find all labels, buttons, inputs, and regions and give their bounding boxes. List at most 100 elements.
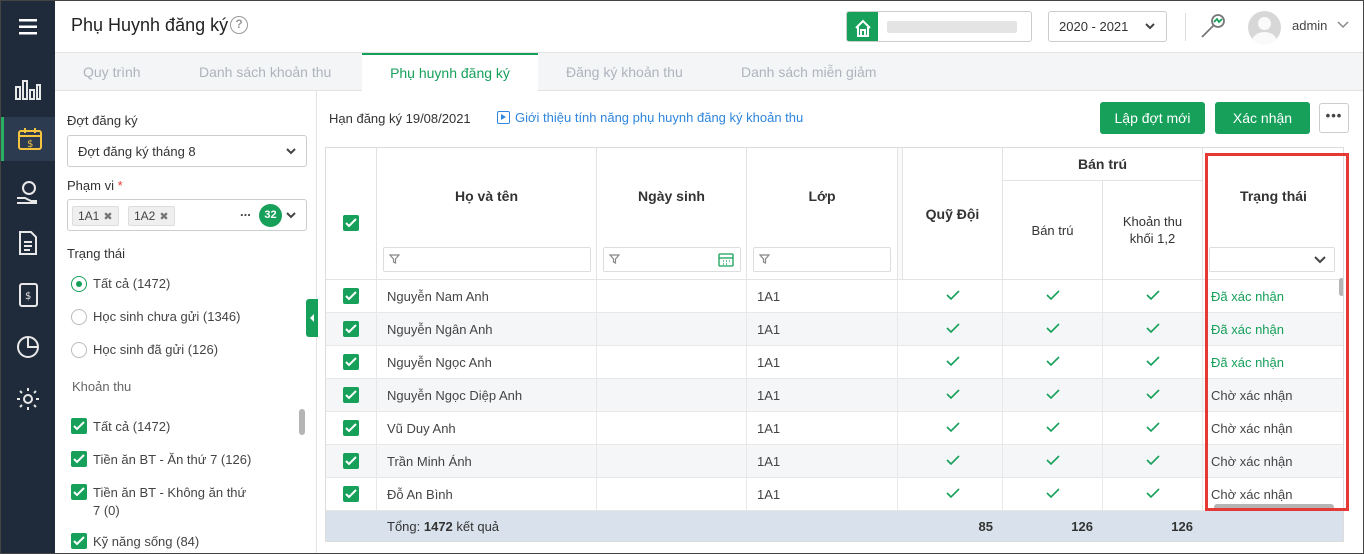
scope-tag[interactable]: 1A2 ✖ [128,206,175,226]
vertical-scrollbar[interactable] [1339,278,1343,296]
khoan-thu-check [1103,346,1203,379]
header-status: Trạng thái [1203,148,1343,280]
school-name-redacted [887,21,1017,33]
main-content: Hạn đăng ký 19/08/2021 Giới thiệu tính n… [317,91,1363,553]
status-label: Trạng thái [67,246,126,261]
row-select-cell [326,313,377,346]
intro-link[interactable]: Giới thiệu tính năng phụ huynh đăng ký k… [497,110,803,125]
row-select-cell [326,445,377,478]
status-badge: Chờ xác nhận [1203,445,1343,478]
quy-doi-check [903,280,1003,313]
student-class: 1A1 [747,445,898,478]
school-selector[interactable] [846,11,1032,42]
row-select-cell [326,412,377,445]
student-name: Trần Minh Ánh [377,445,597,478]
ban-tru-check [1003,445,1103,478]
student-name: Vũ Duy Anh [377,412,597,445]
row-checkbox[interactable] [343,321,359,337]
period-select[interactable]: Đợt đăng ký tháng 8 [67,135,307,167]
total-results: Tổng: 1472 kết quả [387,519,500,534]
tab-danh-sach-khoan-thu[interactable]: Danh sách khoản thu [199,53,331,91]
period-value: Đợt đăng ký tháng 8 [78,144,196,159]
row-checkbox[interactable] [343,354,359,370]
row-checkbox[interactable] [343,453,359,469]
scope-tag[interactable]: 1A1 ✖ [72,206,119,226]
header-khoan-thu: Khoản thu khối 1,2 [1103,181,1203,280]
divider [1185,13,1186,41]
question-icon[interactable]: ? [230,16,248,34]
tab-phu-huynh-dang-ky[interactable]: Phụ huynh đăng ký [362,53,538,92]
khoan-thu-check [1103,478,1203,511]
status-radio-all[interactable]: Tất cả (1472) [71,276,170,294]
row-checkbox[interactable] [343,486,359,502]
menu-icon[interactable] [1,1,55,53]
row-select-cell [326,478,377,511]
filter-icon [759,254,770,264]
filter-icon [609,254,620,264]
dob-filter-input[interactable] [603,247,741,272]
bar-chart-icon[interactable] [1,67,55,111]
pie-chart-icon[interactable] [1,325,55,369]
user-name[interactable]: admin [1292,18,1327,33]
tab-danh-sach-mien-giam[interactable]: Danh sách miễn giảm [741,53,876,91]
status-filter-select[interactable] [1209,247,1335,272]
money-hand-icon[interactable] [1,171,55,215]
scope-select[interactable]: 1A1 ✖ 1A2 ✖ ... 32 [67,199,307,231]
status-radio-not-sent[interactable]: Học sinh chưa gửi (1346) [71,309,240,327]
table-footer: Tổng: 1472 kết quả 85 126 126 [326,511,1343,541]
avatar[interactable] [1248,11,1281,44]
fee-checkbox[interactable]: Tiền ăn BT - Không ăn thứ 7 (0) [71,484,246,520]
chevron-down-icon [1314,256,1326,264]
row-checkbox[interactable] [343,420,359,436]
confirm-button[interactable]: Xác nhận [1215,102,1310,134]
chevron-down-icon[interactable] [1337,20,1349,30]
student-name: Nguyễn Ngọc Diệp Anh [377,379,597,412]
app-window: $ $ Phụ Huynh đăng ký ? 2020 - 2021 admi… [0,0,1364,554]
ledger-icon[interactable]: $ [1,273,55,317]
tab-dang-ky-khoan-thu[interactable]: Đăng ký khoản thu [566,53,683,91]
khoan-thu-check [1103,379,1203,412]
fee-calendar-icon[interactable]: $ [1,117,55,161]
row-select-cell [326,346,377,379]
ban-tru-check [1003,412,1103,445]
khoan-thu-check [1103,280,1203,313]
name-filter-input[interactable] [383,247,591,272]
deadline-text: Hạn đăng ký 19/08/2021 [329,111,471,126]
select-all-checkbox[interactable] [343,215,359,231]
total-quy-doi: 85 [978,519,993,534]
close-icon: ✖ [159,211,169,223]
magic-wand-icon[interactable] [1199,12,1227,43]
home-icon [847,12,878,41]
tab-quy-trinh[interactable]: Quy trình [83,53,141,91]
new-period-button[interactable]: Lập đợt mới [1100,102,1205,134]
sidebar-scrollbar[interactable] [299,409,305,435]
horizontal-scrollbar[interactable] [1214,504,1334,510]
fee-checkbox-all[interactable]: Tất cả (1472) [71,418,170,436]
row-checkbox[interactable] [343,288,359,304]
student-dob [597,412,747,445]
more-button[interactable]: ••• [1319,103,1349,133]
student-class: 1A1 [747,412,898,445]
fee-checkbox[interactable]: Kỹ năng sống (84) [71,533,199,551]
status-badge: Chờ xác nhận [1203,379,1343,412]
student-dob [597,346,747,379]
fee-checkbox[interactable]: Tiền ăn BT - Ăn thứ 7 (126) [71,451,251,469]
chevron-down-icon [1145,23,1155,30]
scope-count-badge: 32 [259,204,282,227]
nav-rail: $ $ [1,1,55,553]
class-filter-input[interactable] [753,247,891,272]
ban-tru-check [1003,313,1103,346]
document-icon[interactable] [1,221,55,265]
school-year-select[interactable]: 2020 - 2021 [1048,11,1167,42]
settings-icon[interactable] [1,377,55,421]
student-class: 1A1 [747,313,898,346]
registration-table: Họ và tên Ngày sinh Lớp Quỹ Đội Bán trú … [325,147,1344,542]
status-radio-sent[interactable]: Học sinh đã gửi (126) [71,342,218,360]
khoan-thu-check [1103,445,1203,478]
student-dob [597,379,747,412]
ban-tru-check [1003,478,1103,511]
row-checkbox[interactable] [343,387,359,403]
total-khoan-thu: 126 [1171,519,1193,534]
header-select-all [326,148,377,280]
student-dob [597,313,747,346]
